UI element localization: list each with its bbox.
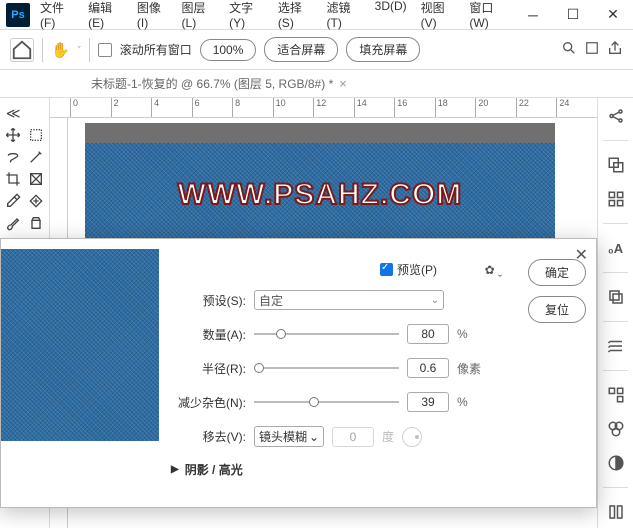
character-panel-icon[interactable]: ₀A (606, 238, 626, 258)
collapse-icon[interactable]: ≪ (2, 102, 25, 124)
window-minimize-button[interactable]: ─ (513, 0, 553, 30)
preview-label: 预览(P) (397, 261, 437, 278)
gear-icon[interactable]: ✿ ˬ (485, 263, 502, 277)
fill-screen-button[interactable]: 填充屏幕 (346, 37, 420, 62)
amount-slider[interactable] (254, 327, 399, 341)
noise-slider[interactable] (254, 395, 399, 409)
noise-unit: % (457, 395, 468, 409)
scroll-all-checkbox[interactable] (98, 43, 112, 57)
separator (89, 38, 90, 62)
layers-panel-icon[interactable] (606, 287, 626, 307)
noise-label: 减少杂色(N): (171, 394, 246, 411)
document-tab-title: 未标题-1-恢复的 @ 66.7% (图层 5, RGB/8#) * (91, 75, 333, 92)
adjustments-panel-icon[interactable] (606, 453, 626, 473)
ruler-tick: 10 (273, 98, 314, 117)
magic-wand-tool[interactable] (25, 146, 48, 168)
crop-tool[interactable] (2, 168, 25, 190)
ruler-tick: 16 (394, 98, 435, 117)
marquee-tool[interactable] (25, 124, 48, 146)
radius-label: 半径(R): (171, 360, 246, 377)
menu-window[interactable]: 窗口(W) (463, 0, 513, 34)
ruler-tick: 0 (70, 98, 111, 117)
radius-unit: 像素 (457, 360, 481, 377)
chevron-down-icon: ⌄ (309, 430, 319, 444)
ruler-tick: 6 (192, 98, 233, 117)
library-panel-icon[interactable] (606, 502, 626, 522)
smart-sharpen-dialog: ✕ 确定 复位 预览(P) ✿ ˬ 预设(S): 自定 ⌄ 数量(A): 80 … (0, 238, 597, 508)
menu-view[interactable]: 视图(V) (415, 0, 462, 34)
menu-image[interactable]: 图像(I) (131, 0, 174, 34)
scroll-all-label: 滚动所有窗口 (120, 41, 192, 58)
radius-input[interactable]: 0.6 (407, 358, 449, 378)
preview-checkbox[interactable] (380, 263, 393, 276)
angle-dial (402, 427, 422, 447)
window-close-button[interactable]: ✕ (593, 0, 633, 30)
window-maximize-button[interactable]: ☐ (553, 0, 593, 30)
menu-type[interactable]: 文字(Y) (223, 0, 270, 34)
ruler-tick: 12 (313, 98, 354, 117)
watermark-text: WWW.PSAHZ.COM (85, 178, 555, 212)
menu-edit[interactable]: 编辑(E) (82, 0, 129, 34)
right-panel-bar: ₀A (597, 98, 633, 528)
chevron-down-icon: ⌄ (431, 295, 439, 306)
menu-file[interactable]: 文件(F) (34, 0, 80, 34)
preview-thumbnail[interactable] (1, 249, 159, 441)
brush-tool[interactable] (2, 212, 25, 234)
history-panel-icon[interactable] (606, 336, 626, 356)
expand-icon: ▶ (171, 464, 179, 475)
ruler-tick: 24 (556, 98, 597, 117)
eyedropper-tool[interactable] (2, 190, 25, 212)
preset-value: 自定 (259, 292, 283, 309)
separator (42, 38, 43, 62)
tab-close-icon[interactable]: × (339, 76, 347, 91)
lasso-tool[interactable] (2, 146, 25, 168)
ruler-tick: 4 (151, 98, 192, 117)
chevron-down-icon[interactable]: ˇ (78, 45, 81, 55)
remove-select[interactable]: 镜头模糊 ⌄ (254, 426, 324, 447)
hand-tool-icon[interactable]: ✋ (51, 41, 70, 59)
shadow-highlight-section[interactable]: ▶ 阴影 / 高光 (171, 461, 586, 478)
remove-angle-input: 0 (332, 427, 374, 447)
frame-tool[interactable] (25, 168, 48, 190)
home-icon[interactable] (10, 38, 34, 62)
ruler-tick: 20 (475, 98, 516, 117)
menu-layer[interactable]: 图层(L) (176, 0, 222, 34)
amount-input[interactable]: 80 (407, 324, 449, 344)
search-icon[interactable] (561, 40, 577, 59)
remove-label: 移去(V): (171, 428, 246, 445)
ruler-tick: 2 (111, 98, 152, 117)
menu-filter[interactable]: 滤镜(T) (321, 0, 367, 34)
preset-label: 预设(S): (171, 292, 246, 309)
noise-input[interactable]: 39 (407, 392, 449, 412)
move-tool[interactable] (2, 124, 25, 146)
menu-3d[interactable]: 3D(D) (369, 0, 413, 34)
menu-bar: 文件(F) 编辑(E) 图像(I) 图层(L) 文字(Y) 选择(S) 滤镜(T… (34, 0, 513, 34)
clone-tool[interactable] (25, 212, 48, 234)
ruler-tick: 18 (435, 98, 476, 117)
ruler-horizontal: 0 2 4 6 8 10 12 14 16 18 20 22 24 (50, 98, 597, 118)
paths-panel-icon[interactable] (606, 385, 626, 405)
swatches-panel-icon[interactable] (606, 189, 626, 209)
ruler-tick: 14 (354, 98, 395, 117)
amount-label: 数量(A): (171, 326, 246, 343)
menu-select[interactable]: 选择(S) (272, 0, 319, 34)
document-tab[interactable]: 未标题-1-恢复的 @ 66.7% (图层 5, RGB/8#) * × (85, 71, 353, 96)
zoom-button[interactable]: 100% (200, 39, 257, 61)
share-icon[interactable] (607, 40, 623, 59)
ruler-tick: 22 (516, 98, 557, 117)
amount-unit: % (457, 327, 468, 341)
healing-tool[interactable] (25, 190, 48, 212)
share-panel-icon[interactable] (606, 106, 626, 126)
remove-unit: 度 (382, 428, 394, 445)
ruler-tick: 8 (232, 98, 273, 117)
grid-icon[interactable] (585, 41, 599, 58)
section-label: 阴影 / 高光 (185, 461, 243, 478)
preset-select[interactable]: 自定 ⌄ (254, 290, 444, 310)
radius-slider[interactable] (254, 361, 399, 375)
color-panel-icon[interactable] (606, 155, 626, 175)
app-logo: Ps (6, 3, 30, 27)
remove-value: 镜头模糊 (259, 428, 307, 445)
channels-panel-icon[interactable] (606, 419, 626, 439)
fit-screen-button[interactable]: 适合屏幕 (264, 37, 338, 62)
